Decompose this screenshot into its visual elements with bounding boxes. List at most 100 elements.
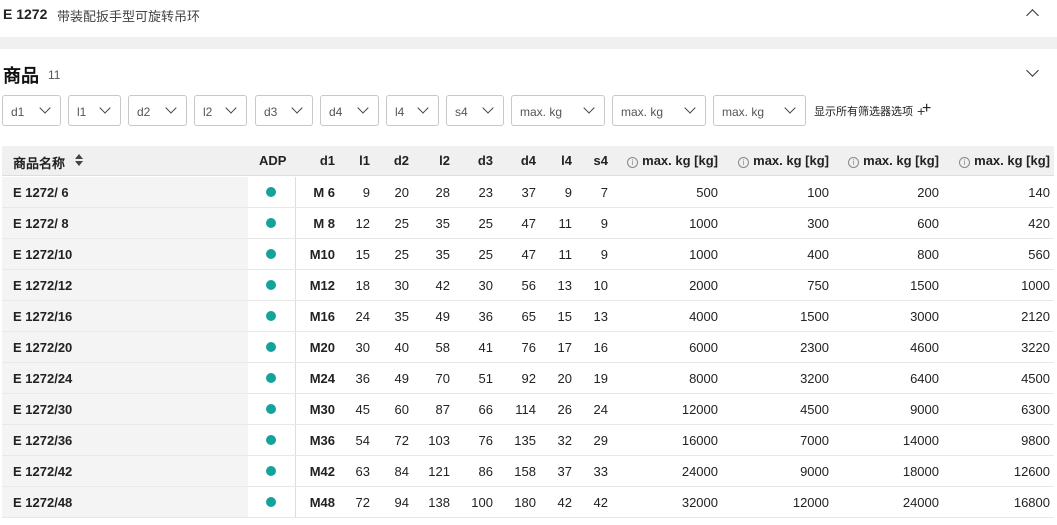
column-header-1[interactable]: ADP (259, 153, 289, 168)
table-header: 商品名称 ADP d1 l1 d2 l2 d3 d4 l4 s4 i max. kg [kg] i max… (2, 146, 1054, 176)
table-cell: M36 (309, 433, 335, 448)
table-cell: M10 (309, 247, 335, 262)
column-header-10[interactable]: i max. kg [kg] (622, 153, 718, 168)
table-cell: 30 (478, 278, 493, 293)
table-cell: 11 (558, 216, 573, 231)
filter-dropdown-2[interactable]: d2 (128, 95, 187, 126)
column-header-8[interactable]: l4 (543, 153, 572, 168)
table-cell: 37 (521, 185, 536, 200)
filter-dropdown-4[interactable]: d3 (255, 95, 313, 126)
table-row[interactable]: E 1272/30 M30 45 60 87 66 114 26 24 12000 4500 9000… (2, 394, 1054, 425)
column-header-label: max. kg [kg] (863, 153, 939, 168)
column-header-label: d4 (520, 153, 536, 168)
table-cell: 158 (514, 464, 536, 479)
table-cell: 9 (600, 247, 608, 262)
product-name-link[interactable]: E 1272/ 6 (13, 185, 113, 200)
table-cell: 19 (593, 371, 608, 386)
table-cell: 76 (521, 340, 536, 355)
products-count: 11 (48, 68, 61, 82)
filter-dropdown-7[interactable]: s4 (446, 95, 504, 126)
table-cell: 42 (557, 495, 572, 510)
table-cell: 135 (514, 433, 536, 448)
sort-icon[interactable] (74, 154, 84, 168)
filter-label: d4 (329, 105, 343, 119)
table-cell: 2120 (1021, 309, 1050, 324)
table-row[interactable]: E 1272/48 M48 72 94 138 100 180 42 42 32000 12000 2… (2, 487, 1054, 518)
expand-chevron-down-icon[interactable] (1026, 64, 1039, 77)
filter-dropdown-8[interactable]: max. kg (511, 95, 605, 126)
table-row[interactable]: E 1272/24 M24 36 49 70 51 92 20 19 8000 3200 6400 45… (2, 363, 1054, 394)
table-cell: 3200 (800, 371, 829, 386)
info-icon[interactable]: i (959, 157, 971, 168)
info-icon[interactable]: i (738, 157, 750, 168)
table-cell: 33 (593, 464, 608, 479)
column-header-2[interactable]: d1 (299, 153, 335, 168)
column-header-3[interactable]: l1 (342, 153, 370, 168)
product-name-link[interactable]: E 1272/36 (13, 433, 113, 448)
filter-dropdown-10[interactable]: max. kg (713, 95, 806, 126)
plus-icon[interactable]: + (922, 101, 931, 117)
table-row[interactable]: E 1272/42 M42 63 84 121 86 158 37 33 24000 9000 180… (2, 456, 1054, 487)
table-cell: 420 (1028, 216, 1050, 231)
table-row[interactable]: E 1272/ 8 M 8 12 25 35 25 47 11 9 1000 300 600 420 (2, 208, 1054, 239)
table-row[interactable]: E 1272/10 M10 15 25 35 25 47 11 9 1000 400 800 560 (2, 239, 1054, 270)
product-name-link[interactable]: E 1272/48 (13, 495, 113, 510)
table-cell: 1500 (800, 309, 829, 324)
product-name-link[interactable]: E 1272/20 (13, 340, 113, 355)
column-header-4[interactable]: d2 (377, 153, 409, 168)
column-header-label: max. kg [kg] (642, 153, 718, 168)
table-cell: 47 (521, 247, 536, 262)
filter-dropdown-6[interactable]: l4 (386, 95, 439, 126)
table-cell: 10 (593, 278, 608, 293)
column-header-7[interactable]: d4 (500, 153, 536, 168)
filter-dropdown-3[interactable]: l2 (194, 95, 247, 126)
table-row[interactable]: E 1272/36 M36 54 72 103 76 135 32 29 16000 7000 140… (2, 425, 1054, 456)
product-name-link[interactable]: E 1272/42 (13, 464, 113, 479)
product-name-link[interactable]: E 1272/12 (13, 278, 113, 293)
table-cell: 15 (557, 309, 572, 324)
table-cell: 600 (917, 216, 939, 231)
table-row[interactable]: E 1272/ 6 M 6 9 20 28 23 37 9 7 500 100 200 140 (2, 177, 1054, 208)
filter-dropdown-9[interactable]: max. kg (612, 95, 706, 126)
table-row[interactable]: E 1272/16 M16 24 35 49 36 65 15 13 4000 1500 3000 21… (2, 301, 1054, 332)
column-header-9[interactable]: s4 (577, 153, 608, 168)
table-cell: 94 (394, 495, 409, 510)
table-cell: 100 (807, 185, 829, 200)
column-header-label: ADP (259, 153, 287, 168)
adp-status-dot (266, 404, 276, 414)
column-header-label: l2 (439, 153, 450, 168)
adp-status-dot (266, 435, 276, 445)
filter-dropdown-1[interactable]: l1 (68, 95, 121, 126)
column-header-0[interactable]: 商品名称 (13, 153, 113, 172)
product-name-link[interactable]: E 1272/30 (13, 402, 113, 417)
filter-dropdown-0[interactable]: d1 (2, 95, 61, 126)
product-header[interactable]: E 1272 带装配扳手型可旋转吊环 (0, 0, 1057, 36)
table-row[interactable]: E 1272/20 M20 30 40 58 41 76 17 16 6000 2300 4600 32… (2, 332, 1054, 363)
table-cell: M30 (309, 402, 335, 417)
table-cell: 18000 (902, 464, 939, 479)
info-icon[interactable]: i (848, 157, 860, 168)
filter-label: l4 (395, 105, 405, 119)
product-name-link[interactable]: E 1272/ 8 (13, 216, 113, 231)
table-cell: 36 (478, 309, 493, 324)
product-name-link[interactable]: E 1272/16 (13, 309, 113, 324)
product-name-link[interactable]: E 1272/24 (13, 371, 113, 386)
product-name-link[interactable]: E 1272/10 (13, 247, 113, 262)
collapse-chevron-up-icon[interactable] (1026, 9, 1039, 22)
column-header-5[interactable]: l2 (417, 153, 450, 168)
table-cell: 24 (593, 402, 608, 417)
filter-dropdown-5[interactable]: d4 (320, 95, 379, 126)
table-cell: 40 (394, 340, 409, 355)
table-cell: 12 (355, 216, 370, 231)
info-icon[interactable]: i (627, 157, 639, 168)
column-header-11[interactable]: i max. kg [kg] (732, 153, 829, 168)
table-cell: 121 (428, 464, 450, 479)
column-header-6[interactable]: d3 (457, 153, 493, 168)
filter-label: max. kg (722, 105, 765, 119)
table-cell: 9000 (800, 464, 829, 479)
table-row[interactable]: E 1272/12 M12 18 30 42 30 56 13 10 2000 750 1500 100… (2, 270, 1054, 301)
column-header-12[interactable]: i max. kg [kg] (842, 153, 939, 168)
show-all-filters-link[interactable]: 显示所有筛选器选项 + (814, 103, 926, 119)
column-header-label: l1 (359, 153, 370, 168)
column-header-13[interactable]: i max. kg [kg] (952, 153, 1050, 168)
